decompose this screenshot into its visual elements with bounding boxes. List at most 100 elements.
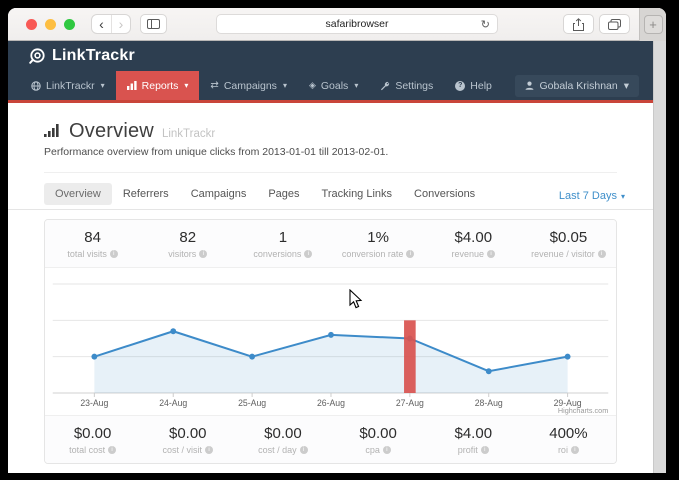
- stat-revenue-visitor: $0.05 revenue / visitori: [521, 220, 616, 267]
- nav-item-goals[interactable]: ◈ Goals ▾: [298, 71, 369, 100]
- info-icon[interactable]: i: [205, 446, 213, 454]
- info-icon[interactable]: i: [300, 446, 308, 454]
- stat-value: $0.00: [45, 425, 140, 442]
- info-icon[interactable]: i: [108, 446, 116, 454]
- stat-value: $0.05: [521, 229, 616, 246]
- info-icon[interactable]: i: [110, 250, 118, 258]
- svg-text:27-Aug: 27-Aug: [396, 398, 424, 408]
- stat-value: $4.00: [426, 425, 521, 442]
- stat-conversions: 1 conversionsi: [235, 220, 330, 267]
- stat-value: $0.00: [331, 425, 426, 442]
- stat-label: profit: [458, 445, 478, 455]
- stat-value: 84: [45, 229, 140, 246]
- tab-overview[interactable]: Overview: [44, 183, 112, 205]
- caret-down-icon: ▾: [283, 81, 287, 90]
- goal-diamond-icon: ◈: [309, 80, 316, 91]
- tab-campaigns[interactable]: Campaigns: [180, 183, 258, 209]
- share-icon: [573, 18, 584, 31]
- main-nav: LinkTrackr ▾ Reports ▾ ⇄ Campaigns ▾: [8, 71, 653, 103]
- stat-cpa: $0.00 cpai: [331, 416, 426, 463]
- nav-item-campaigns[interactable]: ⇄ Campaigns ▾: [199, 71, 298, 100]
- nav-item-help[interactable]: ? Help: [444, 71, 503, 100]
- nav-item-linktrackr[interactable]: LinkTrackr ▾: [20, 71, 116, 100]
- page-title-suffix: LinkTrackr: [162, 128, 215, 140]
- info-icon[interactable]: i: [481, 446, 489, 454]
- stat-revenue: $4.00revenuei: [426, 220, 521, 267]
- stat-label: revenue / visitor: [531, 249, 595, 259]
- stat-value: $0.00: [140, 425, 235, 442]
- browser-toolbar: ‹ › safaribrowser ↻ +: [8, 8, 666, 41]
- svg-text:25-Aug: 25-Aug: [238, 398, 266, 408]
- caret-down-icon: ▾: [101, 81, 105, 90]
- info-icon[interactable]: i: [199, 250, 207, 258]
- address-bar[interactable]: safaribrowser ↻: [216, 14, 498, 34]
- info-icon[interactable]: i: [598, 250, 606, 258]
- globe-icon: [31, 81, 41, 91]
- user-menu[interactable]: Gobala Krishnan ▾: [515, 75, 640, 97]
- linktrackr-logo-icon: [28, 47, 46, 65]
- page-subtitle: Performance overview from unique clicks …: [44, 146, 617, 158]
- date-range-select[interactable]: Last 7 Days ▾: [559, 190, 625, 202]
- site-logo-text[interactable]: LinkTrackr: [52, 47, 135, 65]
- stat-label: revenue: [452, 249, 485, 259]
- wrench-icon: [380, 81, 390, 91]
- help-icon: ?: [455, 81, 465, 91]
- stat-value: 1: [235, 229, 330, 246]
- overview-chart-icon: [44, 124, 61, 137]
- info-icon[interactable]: i: [304, 250, 312, 258]
- page-header: Overview LinkTrackr Performance overview…: [8, 103, 653, 173]
- zoom-window-button[interactable]: [64, 19, 75, 30]
- stat-label: conversions: [253, 249, 301, 259]
- tabs-icon: [608, 19, 621, 30]
- tab-conversions[interactable]: Conversions: [403, 183, 486, 209]
- new-tab-button[interactable]: +: [644, 15, 663, 34]
- info-icon[interactable]: i: [406, 250, 414, 258]
- nav-item-reports[interactable]: Reports ▾: [116, 71, 200, 100]
- back-button[interactable]: ‹: [92, 15, 111, 33]
- stat-value: 82: [140, 229, 235, 246]
- window-controls: [26, 19, 75, 30]
- stat-label: cpa: [365, 445, 380, 455]
- minimize-window-button[interactable]: [45, 19, 56, 30]
- page-title: Overview: [69, 120, 154, 143]
- mouse-cursor: [349, 289, 363, 310]
- tab-pages[interactable]: Pages: [257, 183, 310, 209]
- caret-down-icon: ▾: [621, 192, 625, 201]
- traffic-chart[interactable]: 23-Aug24-Aug25-Aug26-Aug27-Aug28-Aug29-A…: [45, 268, 616, 415]
- stats-row-top: 84total visitsi82visitorsi1conversionsi1…: [45, 220, 616, 268]
- overview-panel: 84total visitsi82visitorsi1conversionsi1…: [44, 219, 617, 464]
- stats-row-bottom: $0.00total costi$0.00cost / visiti$0.00c…: [45, 415, 616, 463]
- svg-text:28-Aug: 28-Aug: [475, 398, 503, 408]
- forward-button[interactable]: ›: [111, 15, 130, 33]
- tab-bar-edge: +: [639, 8, 666, 41]
- address-text: safaribrowser: [325, 18, 388, 30]
- caret-down-icon: ▾: [624, 80, 629, 92]
- window-scrollbar-strip[interactable]: [653, 41, 666, 473]
- info-icon[interactable]: i: [571, 446, 579, 454]
- site-brand-bar: LinkTrackr: [8, 41, 653, 71]
- caret-down-icon: ▾: [184, 81, 188, 90]
- reload-icon[interactable]: ↻: [481, 18, 490, 31]
- highcharts-credit: Highcharts.com: [558, 406, 608, 415]
- sidebar-toggle-button[interactable]: [140, 14, 167, 34]
- svg-text:23-Aug: 23-Aug: [80, 398, 108, 408]
- svg-text:24-Aug: 24-Aug: [159, 398, 187, 408]
- nav-label: Settings: [395, 80, 433, 92]
- svg-text:26-Aug: 26-Aug: [317, 398, 345, 408]
- info-icon[interactable]: i: [383, 446, 391, 454]
- tab-referrers[interactable]: Referrers: [112, 183, 180, 209]
- report-tabs: Overview Referrers Campaigns Pages Track…: [8, 173, 653, 210]
- nav-item-settings[interactable]: Settings: [369, 71, 444, 100]
- caret-down-icon: ▾: [354, 81, 358, 90]
- sidebar-icon: [147, 19, 160, 29]
- highcharts-area-chart: 23-Aug24-Aug25-Aug26-Aug27-Aug28-Aug29-A…: [45, 268, 616, 415]
- show-tabs-button[interactable]: [599, 14, 630, 34]
- stat-cost-day: $0.00cost / dayi: [235, 416, 330, 463]
- close-window-button[interactable]: [26, 19, 37, 30]
- tab-tracking-links[interactable]: Tracking Links: [311, 183, 404, 209]
- stat-label: total visits: [67, 249, 107, 259]
- info-icon[interactable]: i: [487, 250, 495, 258]
- share-button[interactable]: [563, 14, 594, 34]
- stat-visitors: 82visitorsi: [140, 220, 235, 267]
- nav-label: Reports: [142, 80, 179, 92]
